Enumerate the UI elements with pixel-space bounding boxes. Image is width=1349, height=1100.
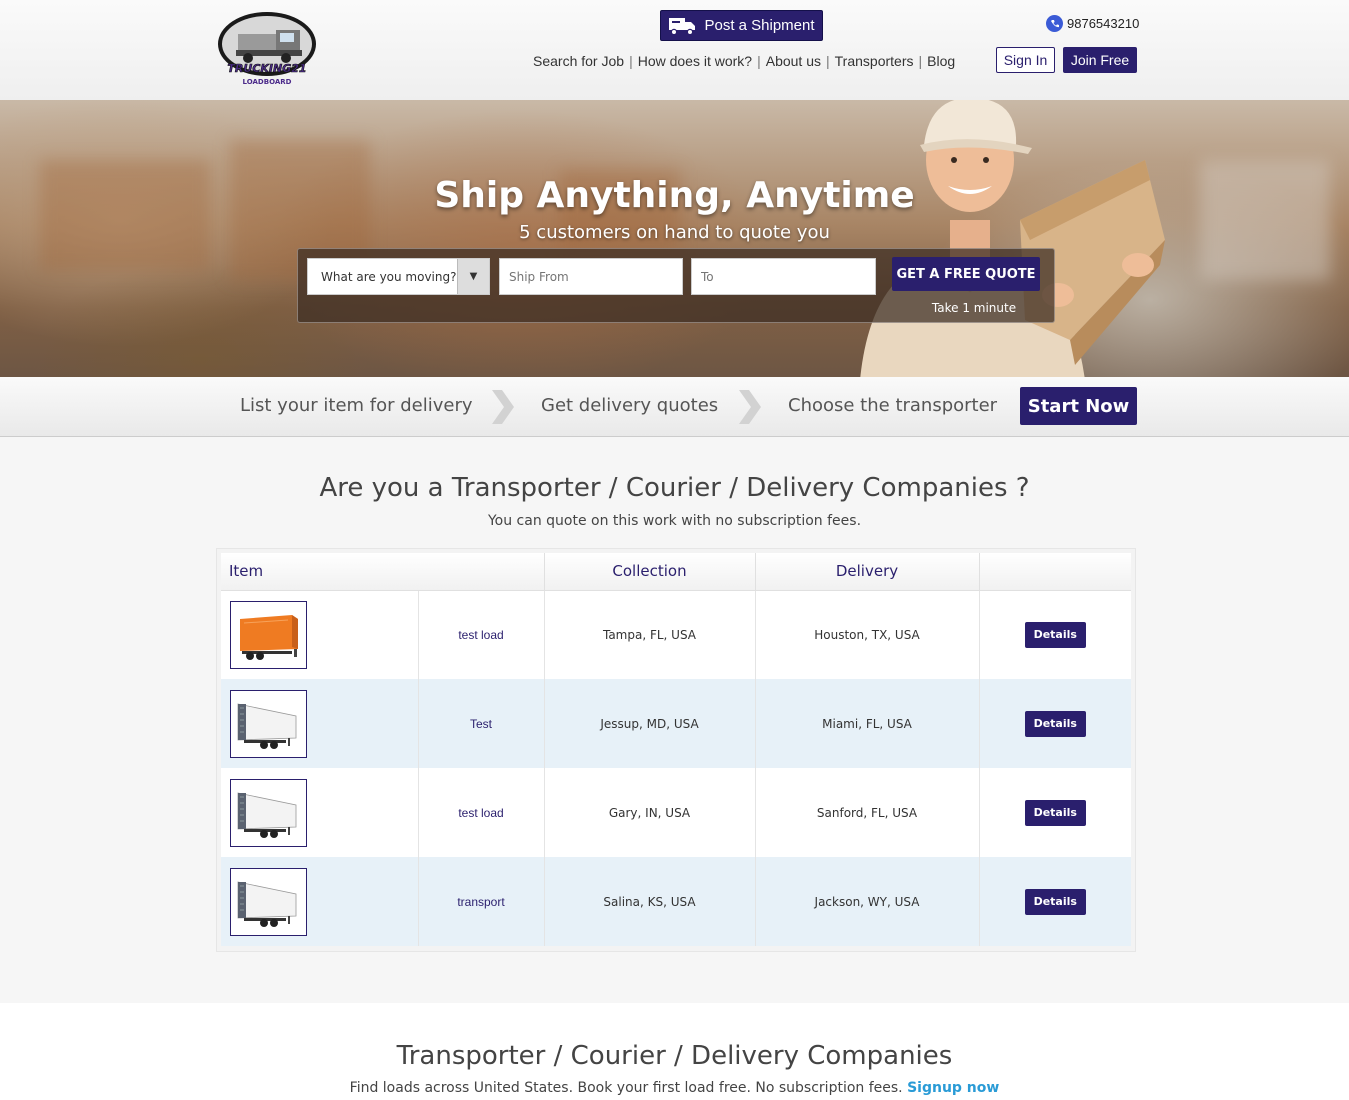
phone-number: 9876543210	[1067, 16, 1140, 31]
companies-section-title: Transporter / Courier / Delivery Compani…	[396, 1041, 953, 1071]
ship-to-input[interactable]	[691, 258, 876, 295]
sign-in-button[interactable]: Sign In	[996, 47, 1055, 73]
delivery-cell: Houston, TX, USA	[755, 590, 980, 679]
item-name[interactable]: transport	[418, 857, 545, 946]
details-button[interactable]: Details	[1024, 799, 1086, 826]
collection-cell: Jessup, MD, USA	[544, 679, 756, 768]
signup-now-link[interactable]: Signup now	[907, 1080, 999, 1096]
trailer-thumbnail[interactable]	[230, 867, 307, 936]
quote-form: What are you moving? ▼ GET A FREE QUOTE …	[297, 248, 1055, 323]
details-button[interactable]: Details	[1024, 888, 1086, 915]
loads-table-container: Item Collection Delivery test load Tampa,…	[216, 548, 1136, 952]
logo-text: TRUCKING21	[227, 62, 306, 75]
loads-table: Item Collection Delivery test load Tampa,…	[221, 553, 1131, 946]
step-choose-transporter: Choose the transporter	[788, 395, 998, 416]
table-row: test load Gary, IN, USA Sanford, FL, USA De…	[221, 768, 1131, 857]
table-row: transport Salina, KS, USA Jackson, WY, USA…	[221, 857, 1131, 946]
step-get-quotes: Get delivery quotes	[541, 395, 719, 416]
item-name[interactable]: test load	[418, 590, 545, 679]
item-name[interactable]: Test	[418, 679, 545, 768]
collection-cell: Gary, IN, USA	[544, 768, 756, 857]
table-row: test load Tampa, FL, USA Houston, TX, USA D…	[221, 590, 1131, 679]
column-header-action	[979, 553, 1131, 591]
trailer-thumbnail[interactable]	[230, 600, 307, 669]
item-thumbnail-cell	[221, 679, 419, 768]
logo-subtext: LOADBOARD	[243, 78, 292, 86]
delivery-cell: Sanford, FL, USA	[755, 768, 980, 857]
action-cell: Details	[979, 857, 1131, 946]
trailer-thumbnail[interactable]	[230, 689, 307, 758]
phone-contact[interactable]: 9876543210	[1046, 15, 1139, 32]
action-cell: Details	[979, 679, 1131, 768]
main-nav: Search for Job | How does it work? | About…	[533, 53, 956, 69]
chevron-right-icon	[739, 390, 761, 424]
steps-bar: List your item for delivery Get delivery…	[0, 377, 1349, 437]
item-type-select[interactable]: What are you moving? ▼	[307, 258, 490, 295]
details-button[interactable]: Details	[1024, 710, 1086, 737]
hero-subtitle: 5 customers on hand to quote you	[519, 222, 830, 243]
details-button[interactable]: Details	[1024, 621, 1086, 648]
collection-cell: Salina, KS, USA	[544, 857, 756, 946]
companies-section-subtitle: Find loads across United States. Book yo…	[0, 1080, 1349, 1096]
site-header: TRUCKING21 LOADBOARD Post a Shipment 987…	[0, 0, 1349, 100]
collection-cell: Tampa, FL, USA	[544, 590, 756, 679]
column-header-collection: Collection	[544, 553, 756, 591]
companies-section-text: Find loads across United States. Book yo…	[349, 1080, 903, 1096]
ship-from-input[interactable]	[499, 258, 683, 295]
nav-blog[interactable]: Blog	[927, 53, 955, 69]
companies-section: Transporter / Courier / Delivery Compani…	[0, 1003, 1349, 1100]
site-logo[interactable]: TRUCKING21 LOADBOARD	[216, 10, 318, 90]
phone-icon	[1046, 15, 1063, 32]
delivery-cell: Jackson, WY, USA	[755, 857, 980, 946]
chevron-right-icon	[492, 390, 514, 424]
take-minute-note: Take 1 minute	[931, 301, 1017, 315]
item-type-select-label: What are you moving?	[321, 269, 457, 284]
column-header-delivery: Delivery	[755, 553, 980, 591]
get-free-quote-button[interactable]: GET A FREE QUOTE	[892, 257, 1040, 291]
item-thumbnail-cell	[221, 768, 419, 857]
dropdown-arrow-icon: ▼	[457, 259, 489, 294]
step-list-item: List your item for delivery	[240, 395, 473, 416]
hero-banner: Ship Anything, Anytime 5 customers on ha…	[0, 100, 1349, 377]
nav-about-us[interactable]: About us	[766, 53, 821, 69]
nav-transporters[interactable]: Transporters	[835, 53, 914, 69]
nav-search-for-job[interactable]: Search for Job	[533, 53, 624, 69]
item-thumbnail-cell	[221, 857, 419, 946]
hero-title: Ship Anything, Anytime	[434, 175, 915, 216]
item-thumbnail-cell	[221, 590, 419, 679]
transporter-section-subtitle: You can quote on this work with no subsc…	[487, 513, 862, 529]
post-shipment-button[interactable]: Post a Shipment	[660, 10, 823, 41]
join-free-button[interactable]: Join Free	[1063, 47, 1137, 73]
post-shipment-label: Post a Shipment	[704, 17, 815, 34]
start-now-button[interactable]: Start Now	[1020, 387, 1137, 425]
table-row: Test Jessup, MD, USA Miami, FL, USA Details	[221, 679, 1131, 768]
transporter-section-title: Are you a Transporter / Courier / Delive…	[319, 473, 1030, 503]
truck-icon	[669, 17, 696, 35]
nav-how-it-works[interactable]: How does it work?	[638, 53, 752, 69]
action-cell: Details	[979, 768, 1131, 857]
column-header-item: Item	[221, 553, 545, 591]
item-name[interactable]: test load	[418, 768, 545, 857]
delivery-cell: Miami, FL, USA	[755, 679, 980, 768]
table-header-row: Item Collection Delivery	[221, 553, 1131, 591]
trailer-thumbnail[interactable]	[230, 778, 307, 847]
action-cell: Details	[979, 590, 1131, 679]
